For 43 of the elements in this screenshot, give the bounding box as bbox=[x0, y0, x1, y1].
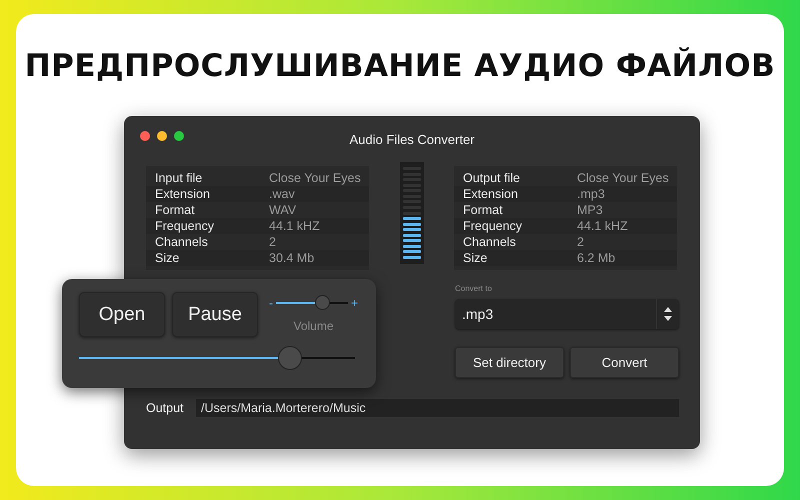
close-button[interactable] bbox=[140, 131, 150, 141]
zoom-button[interactable] bbox=[174, 131, 184, 141]
row-value: 44.1 kHZ bbox=[577, 219, 628, 233]
format-select[interactable]: .mp3 bbox=[455, 299, 679, 329]
action-button[interactable]: Set directory bbox=[455, 347, 564, 378]
row-value: Close Your Eyes bbox=[269, 171, 361, 185]
window-title: Audio Files Converter bbox=[350, 132, 474, 146]
row-label: Format bbox=[463, 203, 504, 217]
row-value: 6.2 Mb bbox=[577, 251, 616, 265]
row-label: Format bbox=[155, 203, 196, 217]
row-value: 2 bbox=[577, 235, 584, 249]
volume-minus[interactable]: - bbox=[269, 296, 273, 310]
volume-label: Volume bbox=[293, 319, 334, 333]
row-label: Channels bbox=[155, 235, 209, 249]
progress-slider[interactable] bbox=[79, 346, 355, 370]
volume-plus[interactable]: + bbox=[351, 296, 358, 310]
convert-to-label: Convert to bbox=[455, 284, 493, 293]
row-value: .wav bbox=[269, 187, 295, 201]
row-label: Frequency bbox=[155, 219, 216, 233]
player-button[interactable]: Pause bbox=[172, 292, 258, 337]
output-label: Output bbox=[146, 401, 185, 415]
volume-slider[interactable] bbox=[276, 295, 348, 310]
row-value: WAV bbox=[269, 203, 296, 217]
row-label: Input file bbox=[155, 171, 204, 185]
row-value: Close Your Eyes bbox=[577, 171, 669, 185]
row-label: Extension bbox=[155, 187, 211, 201]
row-label: Size bbox=[155, 251, 180, 265]
row-value: 2 bbox=[269, 235, 276, 249]
row-value: MP3 bbox=[577, 203, 603, 217]
row-label: Extension bbox=[463, 187, 519, 201]
row-label: Channels bbox=[463, 235, 517, 249]
headline: ПРЕДПРОСЛУШИВАНИЕ АУДИО ФАЙЛОВ bbox=[24, 48, 776, 84]
row-value: .mp3 bbox=[577, 187, 605, 201]
row-value: 44.1 kHZ bbox=[269, 219, 320, 233]
row-label: Output file bbox=[463, 171, 521, 185]
output-path-field[interactable]: /Users/Maria.Morterero/Music bbox=[196, 399, 679, 417]
up-down-arrows-icon bbox=[664, 306, 672, 322]
row-label: Size bbox=[463, 251, 488, 265]
row-label: Frequency bbox=[463, 219, 524, 233]
action-button[interactable]: Convert bbox=[570, 347, 679, 378]
minimize-button[interactable] bbox=[157, 131, 167, 141]
player-button[interactable]: Open bbox=[79, 292, 165, 337]
row-value: 30.4 Mb bbox=[269, 251, 314, 265]
